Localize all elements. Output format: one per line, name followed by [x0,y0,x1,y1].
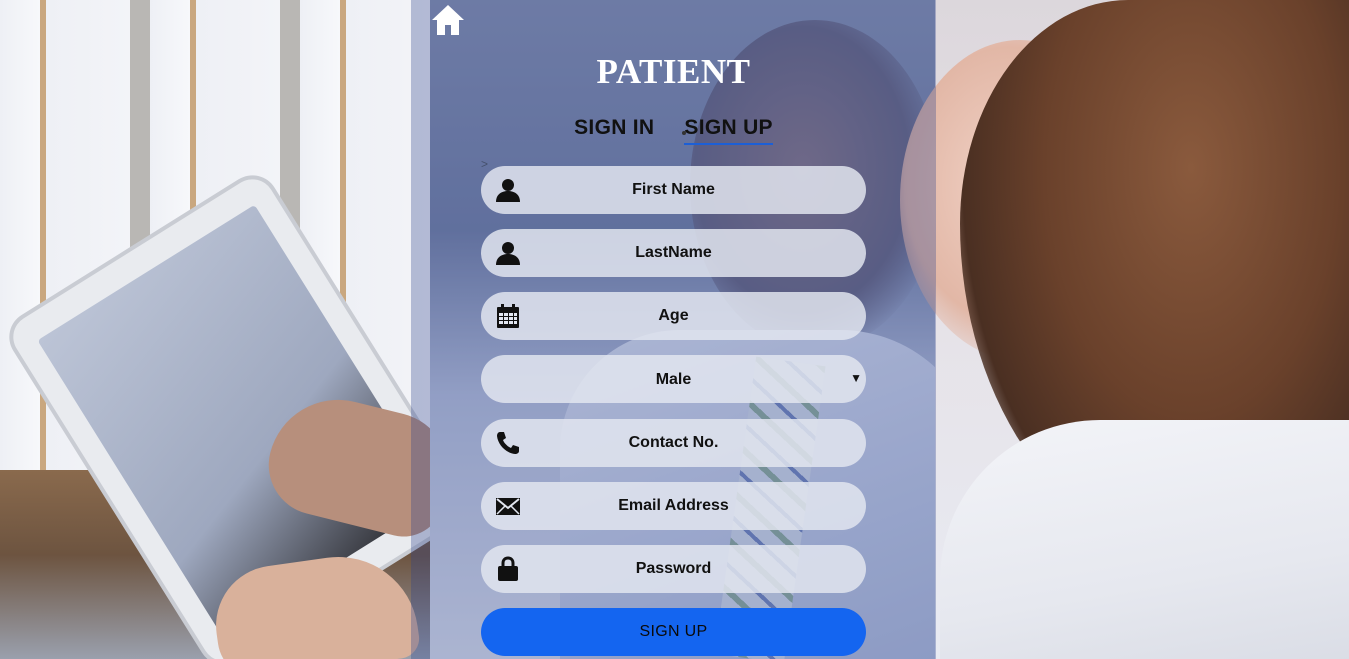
age-input[interactable] [481,292,866,340]
tab-sign-up[interactable]: SIGN UP [684,116,773,145]
password-input[interactable] [481,545,866,593]
page: PATIENT SIGN IN SIGN UP > First Name Las… [0,0,1349,659]
auth-tabs: SIGN IN SIGN UP [411,116,936,145]
contact-field [481,419,866,467]
tab-sign-in[interactable]: SIGN IN [574,116,654,145]
phone-icon [497,432,519,454]
woman-coat [940,420,1349,659]
home-icon[interactable] [431,4,465,36]
first-name-input[interactable] [481,166,866,214]
calendar-icon [497,304,519,328]
first-name-field [481,166,866,214]
tab-separator-dot [682,131,686,135]
contact-input[interactable] [481,419,866,467]
envelope-icon [496,498,520,515]
last-name-field [481,229,866,277]
email-input[interactable] [481,482,866,530]
age-field [481,292,866,340]
sign-up-button[interactable]: SIGN UP [481,608,866,656]
user-icon [496,242,520,265]
last-name-input[interactable] [481,229,866,277]
user-icon [496,179,520,202]
lock-icon [498,556,518,581]
page-title: PATIENT [596,52,751,91]
gender-field: Male ▼ [481,355,866,403]
password-field [481,545,866,593]
form-caret: > [481,157,489,171]
email-field [481,482,866,530]
gender-select[interactable]: Male [481,355,866,403]
